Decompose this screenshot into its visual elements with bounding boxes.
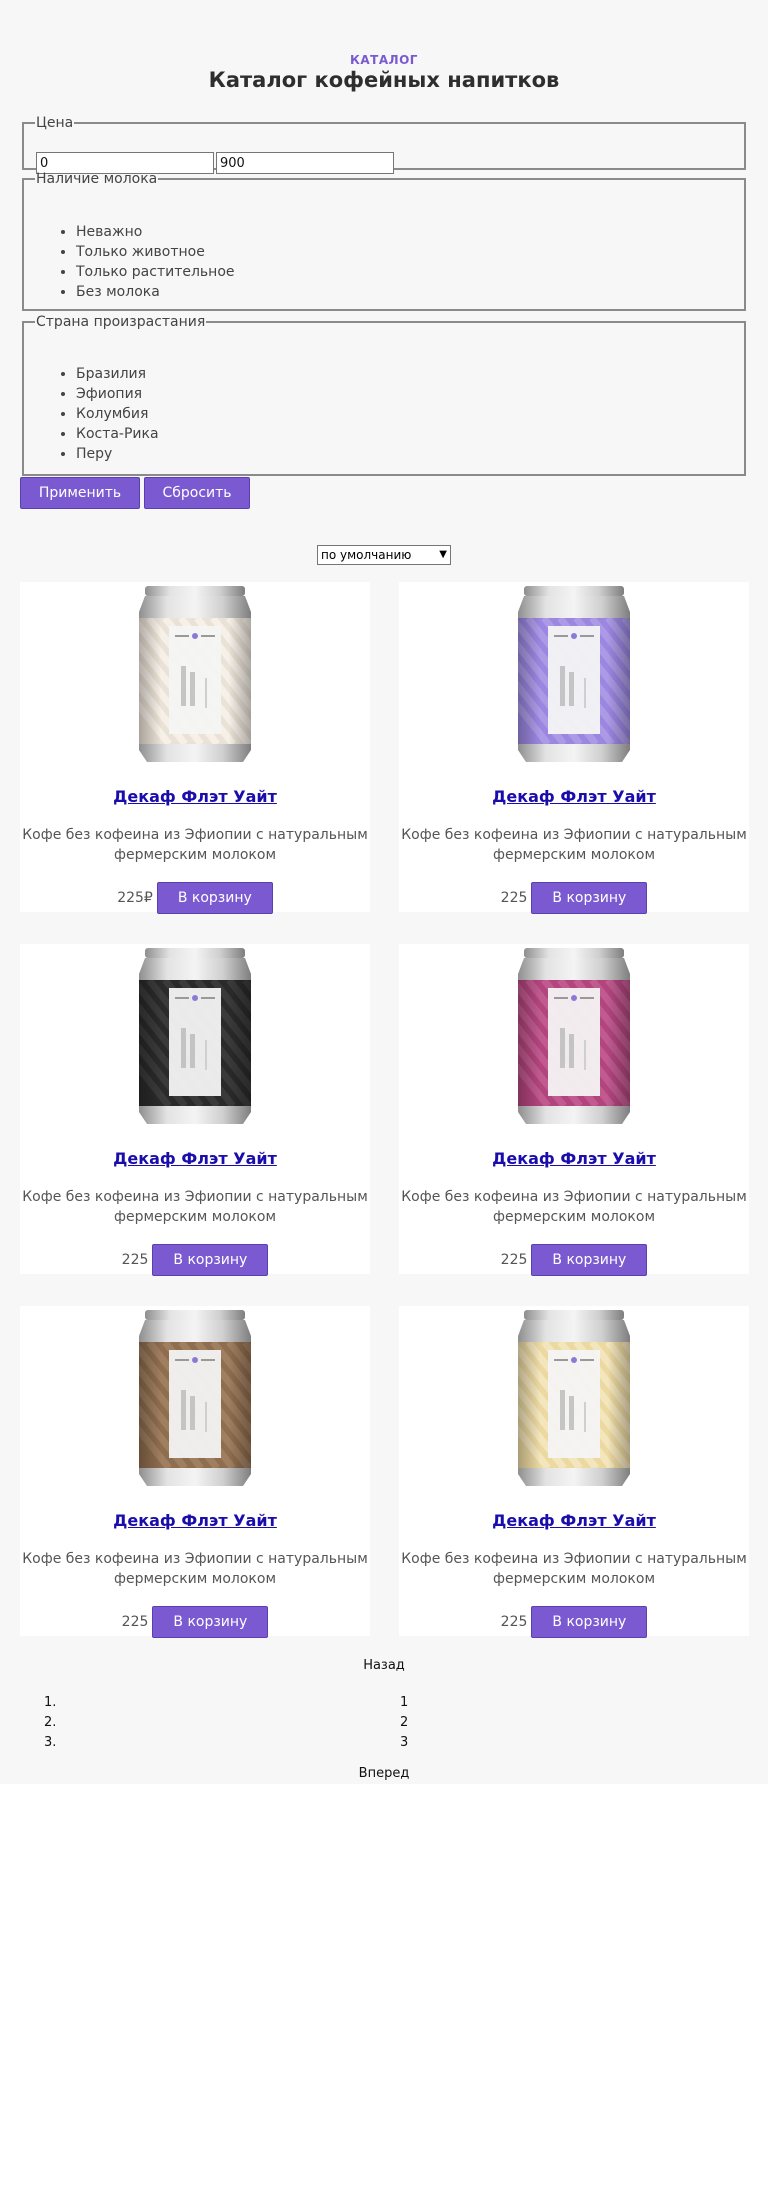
product-card: Декаф Флэт Уайт Кофе без кофеина из Эфио…: [399, 582, 749, 914]
price-filter-legend: Цена: [36, 115, 74, 131]
sort-selected-value: по умолчанию: [321, 548, 412, 562]
country-filter: Страна произрастания Бразилия Эфиопия Ко…: [22, 314, 746, 476]
price-row: 225 В корзину: [399, 1244, 749, 1276]
product-card: Декаф Флэт Уайт Кофе без кофеина из Эфио…: [399, 944, 749, 1276]
milk-option[interactable]: Неважно: [76, 222, 235, 242]
milk-filter: Наличие молока Неважно Только животное Т…: [22, 171, 746, 311]
product-price: 225: [500, 1614, 528, 1630]
pagination-back-link[interactable]: Назад: [0, 1658, 768, 1673]
product-name-link[interactable]: Декаф Флэт Уайт: [20, 1511, 370, 1530]
product-name-link[interactable]: Декаф Флэт Уайт: [399, 787, 749, 806]
product-description: Кофе без кофеина из Эфиопии с натуральны…: [401, 827, 747, 863]
product-price: 225: [500, 890, 528, 906]
product-card: Декаф Флэт Уайт Кофе без кофеина из Эфио…: [20, 1306, 370, 1638]
pagination-page-item[interactable]: 1. 1: [0, 1693, 768, 1713]
coffee-can-image: [139, 1310, 251, 1486]
product-price: 225: [500, 1252, 528, 1268]
product-description: Кофе без кофеина из Эфиопии с натуральны…: [401, 1189, 747, 1225]
price-row: 225 В корзину: [399, 882, 749, 914]
reset-filters-button[interactable]: Сбросить: [144, 477, 250, 509]
product-description: Кофе без кофеина из Эфиопии с натуральны…: [22, 1189, 368, 1225]
product-price: 225: [121, 1614, 149, 1630]
product-name-link[interactable]: Декаф Флэт Уайт: [20, 787, 370, 806]
pagination-next-link[interactable]: Вперед: [0, 1766, 768, 1781]
coffee-can-image: [518, 586, 630, 762]
product-description: Кофе без кофеина из Эфиопии с натуральны…: [22, 827, 368, 863]
add-to-cart-button[interactable]: В корзину: [152, 1244, 269, 1276]
milk-filter-legend: Наличие молока: [36, 171, 158, 187]
country-option[interactable]: Бразилия: [76, 364, 159, 384]
add-to-cart-button[interactable]: В корзину: [152, 1606, 269, 1638]
chevron-down-icon: ▼: [439, 549, 447, 560]
milk-option[interactable]: Только животное: [76, 242, 235, 262]
country-option[interactable]: Коста-Рика: [76, 424, 159, 444]
apply-filters-button[interactable]: Применить: [20, 477, 140, 509]
product-name-link[interactable]: Декаф Флэт Уайт: [399, 1511, 749, 1530]
country-option[interactable]: Перу: [76, 444, 159, 464]
coffee-can-image: [139, 948, 251, 1124]
coffee-can-image: [139, 586, 251, 762]
country-option[interactable]: Колумбия: [76, 404, 159, 424]
product-description: Кофе без кофеина из Эфиопии с натуральны…: [22, 1551, 368, 1587]
product-price: 225: [121, 1252, 149, 1268]
add-to-cart-button[interactable]: В корзину: [156, 882, 273, 914]
add-to-cart-button[interactable]: В корзину: [531, 1606, 648, 1638]
product-name-link[interactable]: Декаф Флэт Уайт: [399, 1149, 749, 1168]
milk-option[interactable]: Только растительное: [76, 262, 235, 282]
page-eyebrow: КАТАЛОГ: [350, 53, 418, 67]
price-filter: Цена: [22, 115, 746, 174]
pagination-page-item[interactable]: 2. 2: [0, 1713, 768, 1733]
product-name-link[interactable]: Декаф Флэт Уайт: [20, 1149, 370, 1168]
product-price: 225₽: [117, 890, 153, 906]
price-row: 225 В корзину: [20, 1244, 370, 1276]
price-row: 225₽ В корзину: [20, 882, 370, 914]
coffee-can-image: [518, 948, 630, 1124]
country-option[interactable]: Эфиопия: [76, 384, 159, 404]
price-row: 225 В корзину: [20, 1606, 370, 1638]
coffee-can-image: [518, 1310, 630, 1486]
product-description: Кофе без кофеина из Эфиопии с натуральны…: [401, 1551, 747, 1587]
product-card: Декаф Флэт Уайт Кофе без кофеина из Эфио…: [399, 1306, 749, 1638]
product-card: Декаф Флэт Уайт Кофе без кофеина из Эфио…: [20, 944, 370, 1276]
country-options-list: Бразилия Эфиопия Колумбия Коста-Рика Пер…: [24, 364, 159, 464]
pagination-page-item[interactable]: 3. 3: [0, 1733, 768, 1753]
milk-option[interactable]: Без молока: [76, 282, 235, 302]
price-row: 225 В корзину: [399, 1606, 749, 1638]
pagination-list: 1. 1 2. 2 3. 3: [0, 1693, 768, 1753]
product-card: Декаф Флэт Уайт Кофе без кофеина из Эфио…: [20, 582, 370, 914]
country-filter-legend: Страна произрастания: [36, 314, 206, 330]
add-to-cart-button[interactable]: В корзину: [531, 1244, 648, 1276]
page-title: Каталог кофейных напитков: [208, 68, 560, 92]
milk-options-list: Неважно Только животное Только раститель…: [24, 222, 235, 302]
add-to-cart-button[interactable]: В корзину: [531, 882, 648, 914]
sort-select[interactable]: по умолчанию ▼: [317, 545, 451, 565]
